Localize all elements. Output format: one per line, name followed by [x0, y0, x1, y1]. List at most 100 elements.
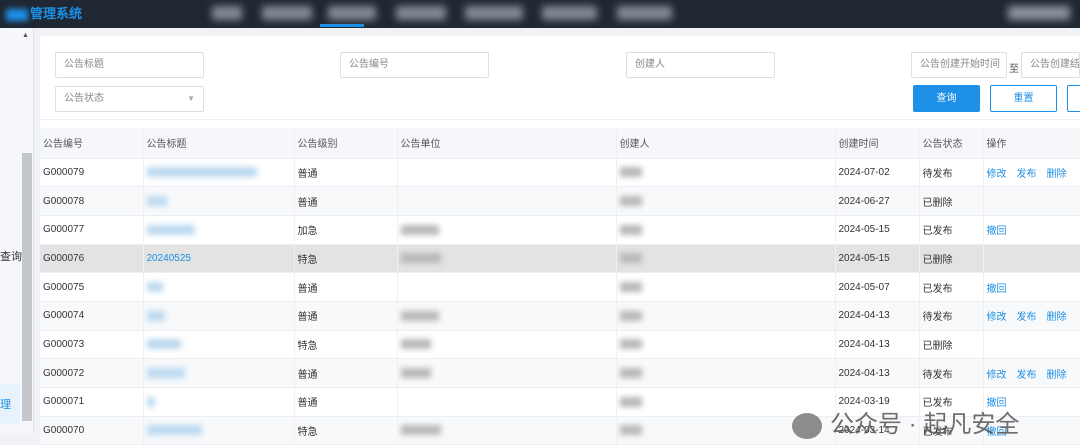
col-header-title[interactable]: 公告标题	[143, 128, 295, 159]
redacted-creator	[619, 425, 642, 436]
cell-actions	[983, 186, 1080, 216]
action-link[interactable]: 撤回	[987, 284, 1007, 295]
action-link[interactable]: 修改	[987, 312, 1007, 323]
cell-title[interactable]: 20240525	[143, 244, 295, 274]
redacted-title[interactable]	[146, 339, 181, 350]
title-input[interactable]: 公告标题	[55, 52, 204, 78]
action-link[interactable]: 撤回	[987, 226, 1007, 237]
table-row[interactable]: G000072 普通 2024-04-13 待发布 修改 发布 删除	[40, 358, 1080, 388]
cell-date: 2024-05-15	[835, 215, 920, 245]
cell-title[interactable]	[143, 416, 295, 445]
redacted-unit	[400, 339, 431, 350]
cell-id: G000073	[40, 330, 144, 360]
redacted-creator	[619, 224, 642, 235]
cell-title[interactable]	[143, 158, 295, 188]
redacted-title[interactable]	[146, 281, 163, 292]
col-header-date[interactable]: 创建时间	[835, 128, 920, 159]
cell-title[interactable]	[143, 387, 295, 417]
cell-date: 2024-06-27	[835, 186, 920, 216]
query-button[interactable]: 查询	[913, 85, 980, 112]
cell-level: 普通	[294, 186, 398, 216]
extra-button[interactable]	[1067, 85, 1080, 112]
cell-unit	[397, 244, 617, 274]
cell-actions	[983, 244, 1080, 274]
cell-title[interactable]	[143, 330, 295, 360]
action-link[interactable]: 删除	[1047, 312, 1067, 323]
cell-level: 特急	[294, 416, 398, 445]
cell-level: 加急	[294, 215, 398, 245]
cell-title[interactable]	[143, 215, 295, 245]
cell-title[interactable]	[143, 272, 295, 302]
cell-date: 2024-05-07	[835, 272, 920, 302]
redacted-creator	[619, 167, 642, 178]
col-header-id[interactable]: 公告编号	[40, 128, 144, 159]
col-header-status[interactable]: 公告状态	[919, 128, 984, 159]
redacted-title[interactable]	[146, 425, 202, 436]
start-date-input[interactable]: 公告创建开始时间	[911, 52, 1007, 78]
cell-status: 已删除	[919, 186, 984, 216]
col-header-creator[interactable]: 创建人	[616, 128, 836, 159]
table-row[interactable]: G000077 加急 2024-05-15 已发布 撤回	[40, 215, 1080, 245]
redacted-unit	[400, 425, 441, 436]
nav-item-3[interactable]	[328, 6, 376, 20]
table-row[interactable]: G000075 普通 2024-05-07 已发布 撤回	[40, 272, 1080, 302]
col-header-level[interactable]: 公告级别	[294, 128, 398, 159]
action-link[interactable]: 删除	[1047, 370, 1067, 381]
cell-title[interactable]	[143, 186, 295, 216]
cell-unit	[397, 301, 617, 331]
nav-item-1[interactable]	[212, 6, 242, 20]
user-menu[interactable]	[1008, 6, 1070, 20]
table-row[interactable]: G000074 普通 2024-04-13 待发布 修改 发布 删除	[40, 301, 1080, 331]
nav-item-4[interactable]	[396, 6, 446, 20]
redacted-title[interactable]	[146, 224, 195, 235]
cell-title[interactable]	[143, 301, 295, 331]
action-link[interactable]: 修改	[987, 169, 1007, 180]
redacted-title[interactable]	[146, 396, 155, 407]
redacted-creator	[619, 368, 642, 379]
number-input[interactable]: 公告编号	[340, 52, 489, 78]
title-link[interactable]: 20240525	[147, 253, 192, 264]
action-link[interactable]: 发布	[1017, 312, 1037, 323]
cell-unit	[397, 416, 617, 445]
action-link[interactable]: 发布	[1017, 169, 1037, 180]
sidebar-item-query[interactable]: 查询	[0, 248, 22, 264]
redacted-title[interactable]	[146, 167, 257, 178]
cell-status: 已删除	[919, 330, 984, 360]
redacted-title[interactable]	[146, 195, 167, 206]
cell-title[interactable]	[143, 358, 295, 388]
action-link[interactable]: 删除	[1047, 169, 1067, 180]
redacted-title[interactable]	[146, 310, 165, 321]
end-date-input[interactable]: 公告创建结	[1021, 52, 1080, 78]
cell-id: G000070	[40, 416, 144, 445]
redacted-creator	[619, 253, 642, 264]
nav-item-5[interactable]	[465, 6, 523, 20]
nav-item-6[interactable]	[542, 6, 597, 20]
cell-creator	[616, 244, 836, 274]
table-row[interactable]: G000078 普通 2024-06-27 已删除	[40, 186, 1080, 216]
cell-creator	[616, 186, 836, 216]
action-link[interactable]: 发布	[1017, 370, 1037, 381]
reset-button[interactable]: 重置	[990, 85, 1057, 112]
table-row[interactable]: G000073 特急 2024-04-13 已删除	[40, 330, 1080, 360]
cell-unit	[397, 186, 617, 216]
cell-level: 特急	[294, 244, 398, 274]
creator-input[interactable]: 创建人	[626, 52, 775, 78]
table-row[interactable]: G000079 普通 2024-07-02 待发布 修改 发布 删除	[40, 158, 1080, 188]
sidebar-item-manage[interactable]: 理	[0, 384, 20, 424]
status-select[interactable]: 公告状态 ▼	[55, 86, 204, 112]
scroll-up-icon[interactable]: ▲	[22, 32, 29, 39]
redacted-creator	[619, 396, 642, 407]
table-row[interactable]: G000076 20240525 特急 2024-05-15 已删除	[40, 244, 1080, 274]
cell-creator	[616, 330, 836, 360]
sidebar-scrollbar[interactable]	[22, 153, 32, 421]
nav-item-2[interactable]	[262, 6, 312, 20]
redacted-creator	[619, 281, 642, 292]
col-header-unit[interactable]: 公告单位	[397, 128, 617, 159]
redacted-title[interactable]	[146, 368, 185, 379]
action-link[interactable]: 修改	[987, 370, 1007, 381]
cell-unit	[397, 158, 617, 188]
top-bar: 管理系统	[0, 0, 1080, 28]
cell-date: 2024-05-15	[835, 244, 920, 274]
nav-item-7[interactable]	[617, 6, 672, 20]
cell-level: 普通	[294, 272, 398, 302]
